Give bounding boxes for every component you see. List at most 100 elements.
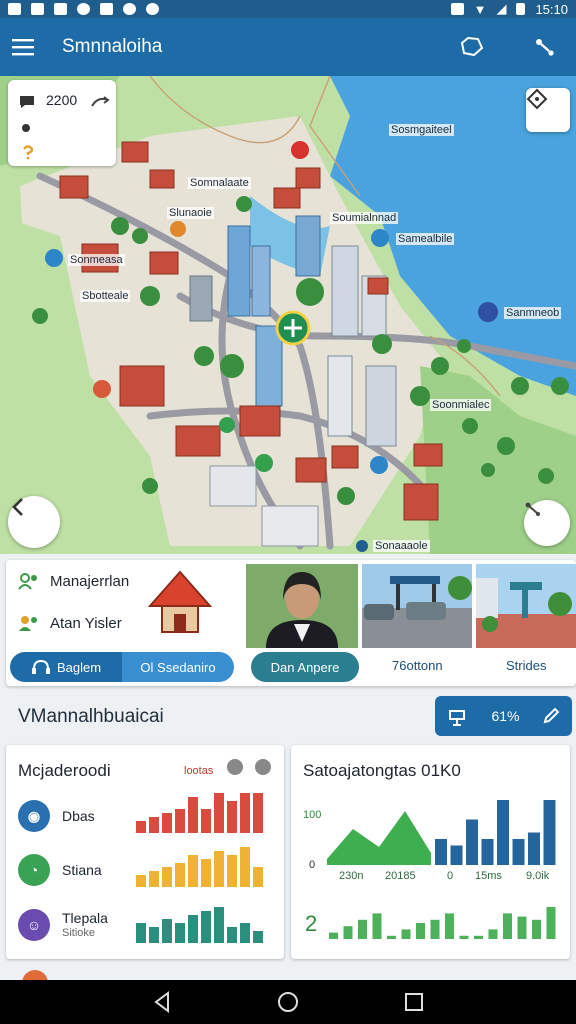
spark-bar (214, 793, 224, 833)
segment-left-label: Baglem (56, 659, 102, 675)
summary-bar (528, 832, 540, 865)
locate-button[interactable] (526, 88, 570, 132)
bottom-bar (488, 929, 498, 939)
diamond-pin-icon (526, 88, 548, 110)
status-bar: ▼ ◢ 15:10 (0, 0, 576, 18)
city-map[interactable]: Sosmgaiteel Somnalaate Slunaoie Soumialn… (0, 76, 576, 554)
map-fold-icon[interactable] (458, 36, 484, 58)
curve-arrow-icon[interactable] (90, 94, 110, 108)
spark-bar (162, 813, 172, 833)
globe-icon: ◉ (18, 800, 50, 832)
map-label: Sbotteale (80, 290, 131, 302)
x-label: 230n (339, 870, 364, 882)
spark-bar (201, 809, 211, 833)
spark-bar (214, 907, 224, 943)
pagoda-icon (148, 570, 212, 633)
spark-bar (188, 915, 198, 943)
spark-bar (188, 855, 198, 887)
gallery-action-pill[interactable]: Dan Anpere (251, 652, 359, 682)
card-title: Mcjaderoodi (18, 761, 111, 780)
spark-bar (149, 871, 159, 887)
spark-bar (149, 817, 159, 833)
signal-icon: ◢ (496, 1, 507, 16)
gallery-row-label: Atan Yisler (50, 614, 122, 632)
bottom-bar (474, 935, 483, 939)
help-icon[interactable] (20, 144, 36, 160)
people-icon (19, 616, 37, 631)
bottom-bar (372, 913, 382, 939)
metric-row[interactable]: ◉ Dbas (18, 800, 95, 832)
x-label: 9.0ik (526, 870, 550, 882)
stats-card-left: Mcjaderoodi lootas ◉ Dbas ◔ Stiana ☺ Tle… (6, 745, 284, 959)
map-label: Samealbile (396, 233, 455, 245)
heart-icon (146, 3, 159, 15)
spark-bar (162, 919, 172, 943)
gallery-row-1[interactable]: Manajerrlan (18, 572, 129, 590)
spark-bar (201, 859, 211, 887)
thumb-label[interactable]: Strides (506, 658, 546, 673)
gallery-card: Manajerrlan Atan Yisler Baglem Ol Ssedan… (6, 560, 576, 686)
spark-bar (240, 847, 250, 887)
info-icon[interactable] (227, 759, 243, 775)
street-photo[interactable] (362, 564, 472, 648)
gallery-row-label: Manajerrlan (50, 572, 130, 590)
route-icon[interactable] (534, 36, 556, 58)
image-icon (8, 3, 21, 15)
clock-icon (123, 3, 136, 15)
nav-home-icon[interactable] (277, 991, 299, 1013)
map-label: Sanmneob (504, 307, 562, 319)
bottom-bar (445, 913, 454, 939)
menu-icon[interactable] (12, 38, 36, 56)
map-label: Slunaoie (167, 207, 214, 219)
gallery-row-2[interactable]: Atan Yisler (18, 614, 122, 632)
map-label: Somnalaate (188, 177, 251, 189)
bottom-bar (387, 935, 396, 939)
bottom-bar (517, 916, 527, 939)
chat-icon[interactable] (18, 94, 36, 110)
map-label: Sosmgaiteel (389, 124, 454, 136)
group-icon (18, 573, 37, 590)
clock-time: 15:10 (535, 1, 568, 17)
nav-recents-icon[interactable] (404, 992, 424, 1012)
segmented-control[interactable]: Baglem Ol Ssedaniro (10, 652, 234, 682)
section-action-pill[interactable]: 61% (435, 696, 572, 736)
summary-bar (497, 800, 509, 865)
whatsapp-icon (77, 3, 90, 15)
segment-right[interactable]: Ol Ssedaniro (122, 652, 234, 682)
next-content-peek (0, 966, 576, 984)
nav-back-icon[interactable] (152, 991, 172, 1013)
back-button[interactable] (8, 496, 60, 548)
spark-bar (227, 801, 237, 833)
bottom-bar (459, 935, 469, 939)
summary-bar (466, 819, 478, 865)
portrait-photo[interactable] (246, 564, 358, 648)
spark-bar (136, 923, 146, 943)
thumb-label[interactable]: 76ottonn (392, 658, 443, 673)
summary-bar (512, 839, 525, 865)
sparkbar-group (136, 793, 263, 943)
spark-bar (227, 855, 237, 887)
spark-bar (227, 927, 237, 943)
route-button[interactable] (524, 500, 570, 546)
dot-icon[interactable] (21, 123, 31, 133)
metric-label: Dbas (62, 808, 95, 824)
area-series (327, 811, 431, 865)
metric-row[interactable]: ☺ Tlepala Sitioke (18, 909, 108, 941)
section-action-value: 61% (491, 708, 520, 724)
segment-left[interactable]: Baglem (10, 652, 122, 682)
metric-sublabel: Sitioke (62, 926, 96, 939)
spark-bar (253, 867, 263, 887)
map-label: Sonaaaole (373, 540, 430, 552)
metric-row[interactable]: ◔ Stiana (18, 854, 102, 886)
plaza-photo[interactable] (476, 564, 576, 648)
bottom-bar (430, 919, 440, 939)
more-icon[interactable] (255, 759, 271, 775)
system-nav-bar (0, 980, 576, 1024)
bottom-bar (532, 919, 541, 939)
app-title: Smnnaloiha (62, 36, 163, 57)
zoom-value: 2200 (46, 92, 78, 108)
headset-icon (31, 659, 50, 674)
edit-icon (544, 707, 560, 724)
section-title: VMannalhbuaicai (18, 706, 164, 727)
summary-bar (435, 839, 447, 865)
